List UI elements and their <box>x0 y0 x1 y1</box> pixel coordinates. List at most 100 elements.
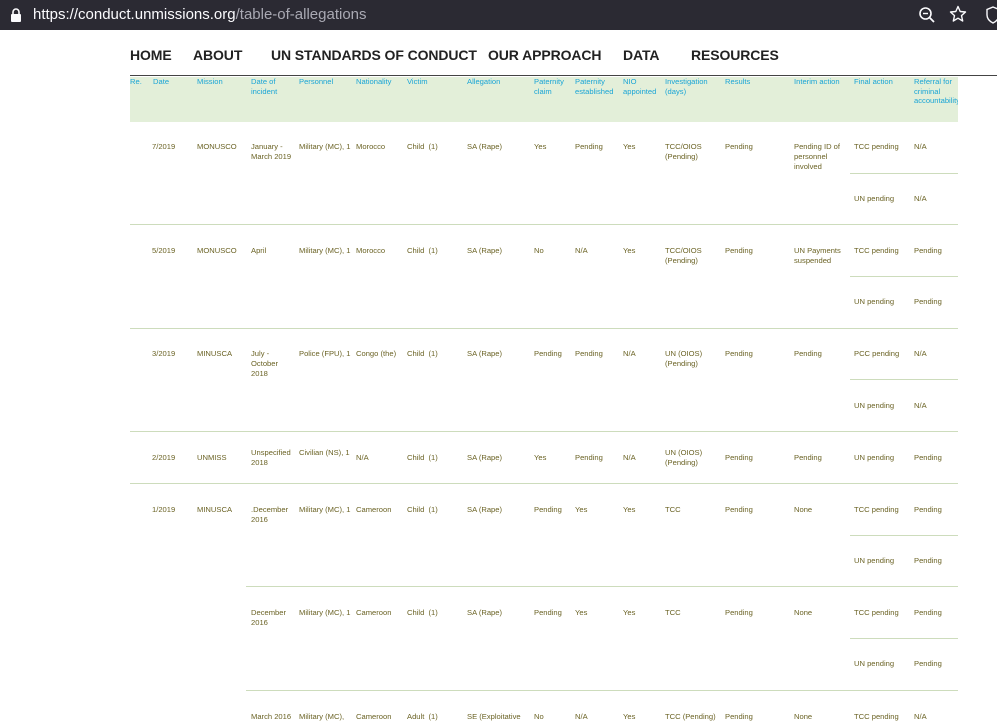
cell-paternity-established: Pending <box>575 349 603 358</box>
cell-paternity-claim: No <box>534 712 544 721</box>
cell-victim: Adult (1) <box>407 712 438 721</box>
nav-about[interactable]: ABOUT <box>193 47 242 63</box>
subrow-divider <box>850 535 958 536</box>
cell-nio-appointed: N/A <box>623 453 636 462</box>
col-date-of-incident: Date of incident <box>251 77 278 96</box>
cell-mission: UNMISS <box>197 453 227 462</box>
url-host: https://conduct.unmissions.org <box>33 6 236 23</box>
cell-results: Pending <box>725 142 753 151</box>
cell-date: 1/2019 <box>152 505 176 514</box>
nav-home[interactable]: HOME <box>130 47 172 63</box>
cell-results: Pending <box>725 349 753 358</box>
col-paternity-claim: Paternity claim <box>534 77 564 96</box>
cell-personnel: Military (MC), <box>299 712 345 721</box>
cell-final-action: PCC pending <box>854 349 900 358</box>
nav-data[interactable]: DATA <box>623 47 660 63</box>
cell-interim-action: UN Payments suspended <box>794 246 841 265</box>
cell-final-action: TCC pending <box>854 505 899 514</box>
cell-investigation: TCC (Pending) <box>665 712 716 721</box>
cell-date-of-incident: March 2016 <box>251 712 292 721</box>
cell-paternity-claim: Pending <box>534 608 562 617</box>
subrow-divider <box>850 276 958 277</box>
cell-paternity-claim: Pending <box>534 349 562 358</box>
cell-mission: MONUSCO <box>197 142 237 151</box>
cell-nationality: N/A <box>356 453 369 462</box>
cell-interim-action: Pending <box>794 349 822 358</box>
url-text[interactable]: https://conduct.unmissions.org/table-of-… <box>33 6 367 23</box>
cell-referral: Pending <box>914 608 942 617</box>
col-investigation: Investigation (days) <box>665 77 708 96</box>
cell-nationality: Morocco <box>356 142 386 151</box>
browser-url-bar[interactable]: https://conduct.unmissions.org/table-of-… <box>0 0 997 30</box>
cell-referral: N/A <box>914 194 927 203</box>
cell-paternity-established: Pending <box>575 453 603 462</box>
subrow-divider <box>850 173 958 174</box>
cell-nationality: Congo (the) <box>356 349 397 358</box>
cell-personnel: Police (FPU), 1 <box>299 349 351 358</box>
cell-paternity-established: N/A <box>575 712 588 721</box>
cell-nio-appointed: Yes <box>623 505 636 514</box>
cell-nio-appointed: Yes <box>623 608 636 617</box>
cell-final-action: TCC pending <box>854 142 899 151</box>
cell-referral: N/A <box>914 349 927 358</box>
cell-victim: Child (1) <box>407 453 438 462</box>
url-path: /table-of-allegations <box>235 6 367 23</box>
cell-victim: Child (1) <box>407 349 438 358</box>
cell-allegation: SA (Rape) <box>467 608 503 617</box>
cell-paternity-claim: Pending <box>534 505 562 514</box>
subrow-divider <box>850 379 958 380</box>
cell-investigation: TCC/OIOS (Pending) <box>665 142 702 161</box>
cell-nationality: Morocco <box>356 246 386 255</box>
cell-victim: Child (1) <box>407 246 438 255</box>
cell-date-of-incident: December 2016 <box>251 608 287 627</box>
cell-date: 3/2019 <box>152 349 176 358</box>
cell-paternity-established: Yes <box>575 608 588 617</box>
cell-allegation: SA (Rape) <box>467 246 503 255</box>
cell-date-of-incident: April <box>251 246 267 255</box>
col-victim: Victim <box>407 77 428 86</box>
col-nio-appointed: NIO appointed <box>623 77 657 96</box>
cell-date-of-incident: July - October 2018 <box>251 349 279 378</box>
nav-our-approach[interactable]: OUR APPROACH <box>488 47 602 63</box>
row-divider <box>130 224 958 225</box>
row-divider <box>130 483 958 484</box>
row-divider <box>130 328 958 329</box>
nav-resources[interactable]: RESOURCES <box>691 47 779 63</box>
cell-allegation: SA (Rape) <box>467 142 503 151</box>
cell-interim-action: None <box>794 608 813 617</box>
col-allegation: Allegation <box>467 77 501 86</box>
cell-date-of-incident: .December 2016 <box>251 505 289 524</box>
cell-mission: MINUSCA <box>197 505 233 514</box>
col-mission: Mission <box>197 77 223 86</box>
cell-allegation: SA (Rape) <box>467 453 503 462</box>
cell-referral: Pending <box>914 246 942 255</box>
cell-victim: Child (1) <box>407 142 438 151</box>
cell-paternity-claim: Yes <box>534 142 547 151</box>
col-results: Results <box>725 77 751 86</box>
cell-nio-appointed: Yes <box>623 712 636 721</box>
bookmark-star-icon[interactable] <box>949 5 967 23</box>
cell-allegation: SA (Rape) <box>467 505 503 514</box>
cell-personnel: Civilian (NS), 1 <box>299 448 350 457</box>
cell-interim-action: None <box>794 712 813 721</box>
cell-date: 2/2019 <box>152 453 176 462</box>
cell-investigation: TCC <box>665 505 681 514</box>
cell-nationality: Cameroon <box>356 608 392 617</box>
cell-date-of-incident: January - March 2019 <box>251 142 292 161</box>
cell-nio-appointed: N/A <box>623 349 636 358</box>
cell-paternity-established: N/A <box>575 246 588 255</box>
cell-final-action: UN pending <box>854 556 895 565</box>
cell-referral: N/A <box>914 401 927 410</box>
cell-personnel: Military (MC), 1 <box>299 505 351 514</box>
zoom-icon[interactable] <box>918 6 936 24</box>
col-referral: Referral for criminal accountability <box>914 77 958 105</box>
site-navigation: HOME ABOUT UN STANDARDS OF CONDUCT OUR A… <box>0 31 997 77</box>
shield-icon[interactable] <box>986 6 997 24</box>
cell-referral: N/A <box>914 142 927 151</box>
col-personnel: Personnel <box>299 77 334 86</box>
cell-referral: Pending <box>914 297 942 306</box>
col-final-action: Final action <box>854 77 893 86</box>
cell-personnel: Military (MC), 1 <box>299 246 351 255</box>
cell-investigation: UN (OIOS) (Pending) <box>665 349 703 368</box>
nav-un-standards-of-conduct[interactable]: UN STANDARDS OF CONDUCT <box>271 47 477 63</box>
